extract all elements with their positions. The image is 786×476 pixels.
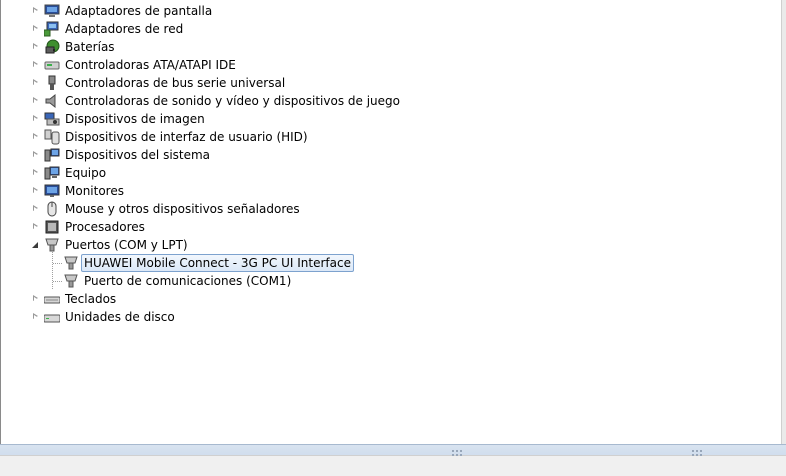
tree-item-huawei-interface[interactable]: HUAWEI Mobile Connect - 3G PC UI Interfa…	[0, 254, 780, 272]
expand-arrow-icon[interactable]	[31, 132, 40, 141]
tree-item-processors[interactable]: Procesadores	[0, 218, 780, 236]
tree-item-label: Dispositivos de interfaz de usuario (HID…	[65, 130, 308, 144]
port-icon	[44, 237, 60, 253]
expand-arrow-icon[interactable]	[31, 24, 40, 33]
system-device-icon	[44, 147, 60, 163]
port-icon	[63, 273, 79, 289]
tree-item-monitors[interactable]: Monitores	[0, 182, 780, 200]
tree-item-label: Controladoras de sonido y vídeo y dispos…	[65, 94, 400, 108]
tree-item-disk-drives[interactable]: Unidades de disco	[0, 308, 780, 326]
keyboard-icon	[44, 291, 60, 307]
network-adapter-icon	[44, 21, 60, 37]
computer-icon	[44, 165, 60, 181]
resize-grip-icon	[692, 450, 704, 460]
battery-icon	[44, 39, 60, 55]
expand-arrow-icon[interactable]	[31, 60, 40, 69]
tree-item-label: Unidades de disco	[65, 310, 175, 324]
port-icon	[63, 255, 79, 271]
expand-arrow-icon[interactable]	[31, 150, 40, 159]
window-border	[0, 0, 1, 474]
tree-item-label: Dispositivos de imagen	[65, 112, 205, 126]
tree-item-ports[interactable]: Puertos (COM y LPT)	[0, 236, 780, 254]
tree-item-display-adapters[interactable]: Adaptadores de pantalla	[0, 2, 780, 20]
sound-video-icon	[44, 93, 60, 109]
tree-item-com1[interactable]: Puerto de comunicaciones (COM1)	[0, 272, 780, 290]
tree-item-label: Controladoras de bus serie universal	[65, 76, 286, 90]
tree-item-mouse[interactable]: Mouse y otros dispositivos señaladores	[0, 200, 780, 218]
tree-item-imaging-devices[interactable]: Dispositivos de imagen	[0, 110, 780, 128]
tree-item-system-devices[interactable]: Dispositivos del sistema	[0, 146, 780, 164]
tree-item-label: Procesadores	[65, 220, 145, 234]
collapse-arrow-icon[interactable]	[31, 240, 40, 249]
tree-item-label: Puertos (COM y LPT)	[65, 238, 188, 252]
vertical-scrollbar[interactable]	[781, 0, 786, 444]
expand-arrow-icon[interactable]	[31, 312, 40, 321]
tree-item-label: Adaptadores de pantalla	[65, 4, 213, 18]
tree-item-label: Monitores	[65, 184, 124, 198]
tree-item-label: Dispositivos del sistema	[65, 148, 211, 162]
expand-arrow-icon[interactable]	[31, 204, 40, 213]
mouse-icon	[44, 201, 60, 217]
tree-item-sound-video-game[interactable]: Controladoras de sonido y vídeo y dispos…	[0, 92, 780, 110]
expand-arrow-icon[interactable]	[31, 186, 40, 195]
usb-controller-icon	[44, 75, 60, 91]
tree-item-ide-controllers[interactable]: Controladoras ATA/ATAPI IDE	[0, 56, 780, 74]
tree-item-keyboards[interactable]: Teclados	[0, 290, 780, 308]
tree-item-usb-controllers[interactable]: Controladoras de bus serie universal	[0, 74, 780, 92]
tree-item-hid[interactable]: Dispositivos de interfaz de usuario (HID…	[0, 128, 780, 146]
tree-item-label: Teclados	[65, 292, 117, 306]
ide-controller-icon	[44, 57, 60, 73]
status-bar	[0, 444, 786, 476]
disk-drive-icon	[44, 309, 60, 325]
tree-item-computer[interactable]: Equipo	[0, 164, 780, 182]
tree-item-label: Mouse y otros dispositivos señaladores	[65, 202, 300, 216]
expand-arrow-icon[interactable]	[31, 78, 40, 87]
expand-arrow-icon[interactable]	[31, 222, 40, 231]
expand-arrow-icon[interactable]	[31, 294, 40, 303]
display-adapter-icon	[44, 3, 60, 19]
expand-arrow-icon[interactable]	[31, 6, 40, 15]
expand-arrow-icon[interactable]	[31, 96, 40, 105]
tree-item-label: Puerto de comunicaciones (COM1)	[84, 274, 292, 288]
tree-item-label: Equipo	[65, 166, 107, 180]
expand-arrow-icon[interactable]	[31, 42, 40, 51]
tree-item-network-adapters[interactable]: Adaptadores de red	[0, 20, 780, 38]
monitor-icon	[44, 183, 60, 199]
imaging-device-icon	[44, 111, 60, 127]
tree-item-label: HUAWEI Mobile Connect - 3G PC UI Interfa…	[81, 254, 354, 272]
tree-item-label: Controladoras ATA/ATAPI IDE	[65, 58, 236, 72]
expand-arrow-icon[interactable]	[31, 168, 40, 177]
tree-item-label: Baterías	[65, 40, 115, 54]
expand-arrow-icon[interactable]	[31, 114, 40, 123]
tree-item-batteries[interactable]: Baterías	[0, 38, 780, 56]
processor-icon	[44, 219, 60, 235]
resize-grip-icon	[452, 450, 464, 460]
device-tree[interactable]: Adaptadores de pantalla Adaptadores de r…	[0, 0, 781, 444]
status-bar-panel	[0, 455, 786, 476]
tree-item-label: Adaptadores de red	[65, 22, 184, 36]
hid-device-icon	[44, 129, 60, 145]
